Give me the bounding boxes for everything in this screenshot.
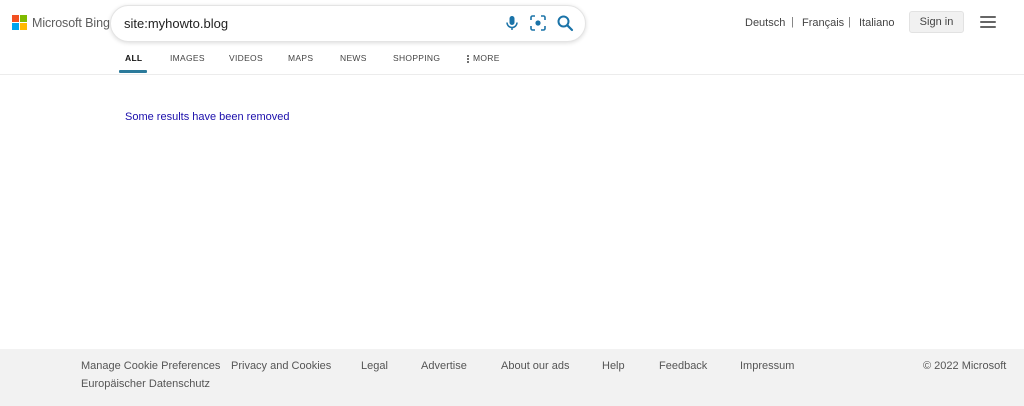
active-tab-indicator	[119, 70, 147, 73]
visual-search-icon[interactable]	[529, 14, 547, 32]
logo-square-blue	[12, 23, 19, 30]
language-separator: |	[791, 16, 794, 28]
language-link-italiano[interactable]: Italiano	[859, 17, 894, 29]
hamburger-menu-icon[interactable]	[980, 15, 996, 29]
header: Microsoft Bing Deutsch | Français | Ital…	[0, 0, 1024, 75]
more-dots-icon	[467, 54, 469, 64]
bing-logo[interactable]: Microsoft Bing	[12, 15, 110, 30]
footer-link-datenschutz[interactable]: Europäischer Datenschutz	[81, 378, 210, 390]
footer-link-about-ads[interactable]: About our ads	[501, 360, 570, 372]
footer: Manage Cookie Preferences Privacy and Co…	[0, 349, 1024, 406]
tab-more-label: MORE	[473, 53, 500, 63]
microphone-icon[interactable]	[503, 14, 521, 32]
tab-videos[interactable]: VIDEOS	[229, 53, 263, 63]
sign-in-button[interactable]: Sign in	[909, 11, 964, 33]
footer-link-legal[interactable]: Legal	[361, 360, 388, 372]
tab-news[interactable]: NEWS	[340, 53, 367, 63]
tab-all[interactable]: ALL	[125, 53, 142, 63]
footer-link-privacy[interactable]: Privacy and Cookies	[231, 360, 331, 372]
logo-square-yellow	[20, 23, 27, 30]
tab-images[interactable]: IMAGES	[170, 53, 205, 63]
logo-square-green	[20, 15, 27, 22]
copyright-text: © 2022 Microsoft	[923, 360, 1007, 372]
logo-square-red	[12, 15, 19, 22]
footer-link-help[interactable]: Help	[602, 360, 625, 372]
footer-link-cookie-preferences[interactable]: Manage Cookie Preferences	[81, 360, 220, 372]
language-link-deutsch[interactable]: Deutsch	[745, 17, 785, 29]
footer-link-feedback[interactable]: Feedback	[659, 360, 707, 372]
tab-shopping[interactable]: SHOPPING	[393, 53, 440, 63]
search-icon[interactable]	[556, 14, 574, 32]
tab-maps[interactable]: MAPS	[288, 53, 313, 63]
language-separator: |	[848, 16, 851, 28]
search-box	[110, 5, 586, 42]
removed-results-notice-link[interactable]: Some results have been removed	[125, 111, 289, 123]
microsoft-logo-icon	[12, 15, 27, 30]
language-link-francais[interactable]: Français	[802, 17, 844, 29]
brand-name: Microsoft Bing	[32, 15, 110, 30]
footer-link-impressum[interactable]: Impressum	[740, 360, 794, 372]
search-input[interactable]	[124, 13, 494, 33]
footer-link-advertise[interactable]: Advertise	[421, 360, 467, 372]
tab-more[interactable]: MORE	[467, 53, 500, 64]
